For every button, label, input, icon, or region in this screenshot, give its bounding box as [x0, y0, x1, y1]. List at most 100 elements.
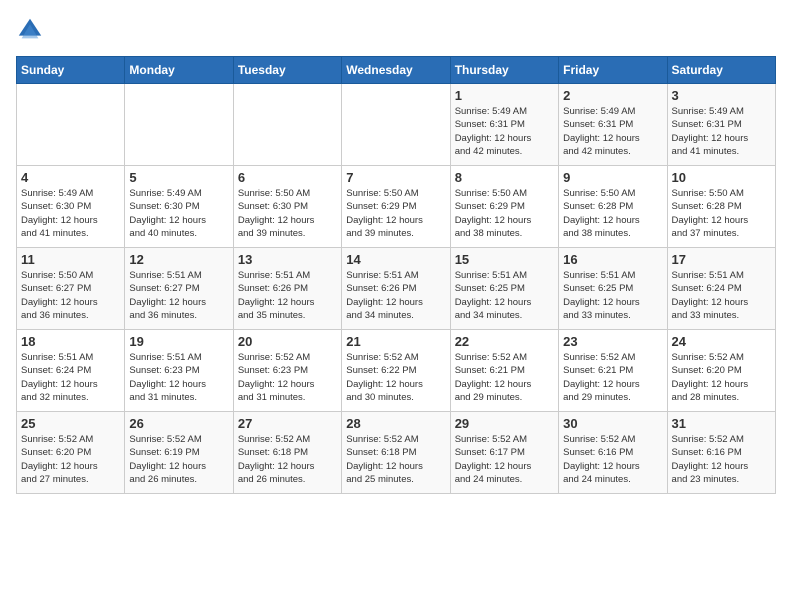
day-number: 21: [346, 334, 445, 349]
day-number: 25: [21, 416, 120, 431]
day-cell: 25 Sunrise: 5:52 AM Sunset: 6:20 PM Dayli…: [17, 412, 125, 494]
day-cell: [17, 84, 125, 166]
day-cell: 27 Sunrise: 5:52 AM Sunset: 6:18 PM Dayli…: [233, 412, 341, 494]
week-row-4: 18 Sunrise: 5:51 AM Sunset: 6:24 PM Dayli…: [17, 330, 776, 412]
day-number: 15: [455, 252, 554, 267]
day-number: 14: [346, 252, 445, 267]
day-info: Sunrise: 5:49 AM Sunset: 6:30 PM Dayligh…: [129, 187, 228, 240]
day-number: 13: [238, 252, 337, 267]
day-number: 31: [672, 416, 771, 431]
day-cell: 26Sunrise: 5:52 AM Sunset: 6:19 PM Dayli…: [125, 412, 233, 494]
day-cell: [125, 84, 233, 166]
day-info: Sunrise: 5:50 AM Sunset: 6:28 PM Dayligh…: [563, 187, 662, 240]
day-cell: 3 Sunrise: 5:49 AM Sunset: 6:31 PM Daylig…: [667, 84, 775, 166]
day-cell: 2 Sunrise: 5:49 AM Sunset: 6:31 PM Daylig…: [559, 84, 667, 166]
day-number: 3: [672, 88, 771, 103]
day-info: Sunrise: 5:51 AM Sunset: 6:23 PM Dayligh…: [129, 351, 228, 404]
day-info: Sunrise: 5:50 AM Sunset: 6:29 PM Dayligh…: [346, 187, 445, 240]
col-header-saturday: Saturday: [667, 57, 775, 84]
day-cell: 22 Sunrise: 5:52 AM Sunset: 6:21 PM Dayli…: [450, 330, 558, 412]
col-header-wednesday: Wednesday: [342, 57, 450, 84]
day-cell: 11 Sunrise: 5:50 AM Sunset: 6:27 PM Dayli…: [17, 248, 125, 330]
day-number: 12: [129, 252, 228, 267]
day-number: 5: [129, 170, 228, 185]
col-header-thursday: Thursday: [450, 57, 558, 84]
day-number: 17: [672, 252, 771, 267]
day-number: 24: [672, 334, 771, 349]
day-number: 2: [563, 88, 662, 103]
day-info: Sunrise: 5:51 AM Sunset: 6:24 PM Dayligh…: [21, 351, 120, 404]
day-cell: 21Sunrise: 5:52 AM Sunset: 6:22 PM Dayli…: [342, 330, 450, 412]
day-number: 1: [455, 88, 554, 103]
day-info: Sunrise: 5:52 AM Sunset: 6:20 PM Dayligh…: [21, 433, 120, 486]
day-info: Sunrise: 5:52 AM Sunset: 6:21 PM Dayligh…: [455, 351, 554, 404]
day-number: 16: [563, 252, 662, 267]
day-info: Sunrise: 5:52 AM Sunset: 6:17 PM Dayligh…: [455, 433, 554, 486]
calendar-table: SundayMondayTuesdayWednesdayThursdayFrid…: [16, 56, 776, 494]
day-number: 26: [129, 416, 228, 431]
day-cell: 7 Sunrise: 5:50 AM Sunset: 6:29 PM Daylig…: [342, 166, 450, 248]
day-cell: 20 Sunrise: 5:52 AM Sunset: 6:23 PM Dayli…: [233, 330, 341, 412]
day-cell: [342, 84, 450, 166]
day-info: Sunrise: 5:49 AM Sunset: 6:31 PM Dayligh…: [563, 105, 662, 158]
day-cell: 23 Sunrise: 5:52 AM Sunset: 6:21 PM Dayli…: [559, 330, 667, 412]
day-number: 20: [238, 334, 337, 349]
day-info: Sunrise: 5:50 AM Sunset: 6:30 PM Dayligh…: [238, 187, 337, 240]
day-info: Sunrise: 5:49 AM Sunset: 6:31 PM Dayligh…: [455, 105, 554, 158]
day-cell: 5 Sunrise: 5:49 AM Sunset: 6:30 PM Daylig…: [125, 166, 233, 248]
day-info: Sunrise: 5:49 AM Sunset: 6:31 PM Dayligh…: [672, 105, 771, 158]
day-number: 11: [21, 252, 120, 267]
day-info: Sunrise: 5:52 AM Sunset: 6:20 PM Dayligh…: [672, 351, 771, 404]
day-number: 10: [672, 170, 771, 185]
day-info: Sunrise: 5:50 AM Sunset: 6:27 PM Dayligh…: [21, 269, 120, 322]
day-number: 28: [346, 416, 445, 431]
day-cell: 12 Sunrise: 5:51 AM Sunset: 6:27 PM Dayli…: [125, 248, 233, 330]
day-info: Sunrise: 5:50 AM Sunset: 6:29 PM Dayligh…: [455, 187, 554, 240]
day-info: Sunrise: 5:51 AM Sunset: 6:26 PM Dayligh…: [238, 269, 337, 322]
week-row-2: 4 Sunrise: 5:49 AM Sunset: 6:30 PM Daylig…: [17, 166, 776, 248]
day-number: 19: [129, 334, 228, 349]
day-info: Sunrise: 5:52 AM Sunset: 6:16 PM Dayligh…: [672, 433, 771, 486]
day-cell: 4 Sunrise: 5:49 AM Sunset: 6:30 PM Daylig…: [17, 166, 125, 248]
day-number: 23: [563, 334, 662, 349]
col-header-sunday: Sunday: [17, 57, 125, 84]
day-cell: 16Sunrise: 5:51 AM Sunset: 6:25 PM Dayli…: [559, 248, 667, 330]
day-number: 27: [238, 416, 337, 431]
day-cell: 15 Sunrise: 5:51 AM Sunset: 6:25 PM Dayli…: [450, 248, 558, 330]
col-header-friday: Friday: [559, 57, 667, 84]
day-cell: [233, 84, 341, 166]
day-cell: 13 Sunrise: 5:51 AM Sunset: 6:26 PM Dayli…: [233, 248, 341, 330]
day-cell: 30Sunrise: 5:52 AM Sunset: 6:16 PM Dayli…: [559, 412, 667, 494]
logo-icon: [16, 16, 44, 44]
day-info: Sunrise: 5:52 AM Sunset: 6:23 PM Dayligh…: [238, 351, 337, 404]
day-info: Sunrise: 5:51 AM Sunset: 6:26 PM Dayligh…: [346, 269, 445, 322]
day-number: 7: [346, 170, 445, 185]
day-number: 22: [455, 334, 554, 349]
week-row-1: 1 Sunrise: 5:49 AM Sunset: 6:31 PM Daylig…: [17, 84, 776, 166]
day-number: 6: [238, 170, 337, 185]
day-cell: 10 Sunrise: 5:50 AM Sunset: 6:28 PM Dayli…: [667, 166, 775, 248]
day-info: Sunrise: 5:51 AM Sunset: 6:25 PM Dayligh…: [455, 269, 554, 322]
day-info: Sunrise: 5:51 AM Sunset: 6:27 PM Dayligh…: [129, 269, 228, 322]
day-cell: 24 Sunrise: 5:52 AM Sunset: 6:20 PM Dayli…: [667, 330, 775, 412]
week-row-3: 11 Sunrise: 5:50 AM Sunset: 6:27 PM Dayli…: [17, 248, 776, 330]
day-info: Sunrise: 5:52 AM Sunset: 6:18 PM Dayligh…: [238, 433, 337, 486]
day-cell: 28Sunrise: 5:52 AM Sunset: 6:18 PM Dayli…: [342, 412, 450, 494]
day-cell: 8Sunrise: 5:50 AM Sunset: 6:29 PM Daylig…: [450, 166, 558, 248]
day-cell: 1 Sunrise: 5:49 AM Sunset: 6:31 PM Daylig…: [450, 84, 558, 166]
day-info: Sunrise: 5:50 AM Sunset: 6:28 PM Dayligh…: [672, 187, 771, 240]
page-header: [16, 16, 776, 44]
week-row-5: 25 Sunrise: 5:52 AM Sunset: 6:20 PM Dayli…: [17, 412, 776, 494]
calendar-header-row: SundayMondayTuesdayWednesdayThursdayFrid…: [17, 57, 776, 84]
day-cell: 18 Sunrise: 5:51 AM Sunset: 6:24 PM Dayli…: [17, 330, 125, 412]
day-info: Sunrise: 5:52 AM Sunset: 6:21 PM Dayligh…: [563, 351, 662, 404]
day-info: Sunrise: 5:49 AM Sunset: 6:30 PM Dayligh…: [21, 187, 120, 240]
day-cell: 9 Sunrise: 5:50 AM Sunset: 6:28 PM Daylig…: [559, 166, 667, 248]
day-number: 9: [563, 170, 662, 185]
day-cell: 29Sunrise: 5:52 AM Sunset: 6:17 PM Dayli…: [450, 412, 558, 494]
day-cell: 19 Sunrise: 5:51 AM Sunset: 6:23 PM Dayli…: [125, 330, 233, 412]
day-number: 18: [21, 334, 120, 349]
day-cell: 31 Sunrise: 5:52 AM Sunset: 6:16 PM Dayli…: [667, 412, 775, 494]
logo: [16, 16, 48, 44]
day-number: 4: [21, 170, 120, 185]
